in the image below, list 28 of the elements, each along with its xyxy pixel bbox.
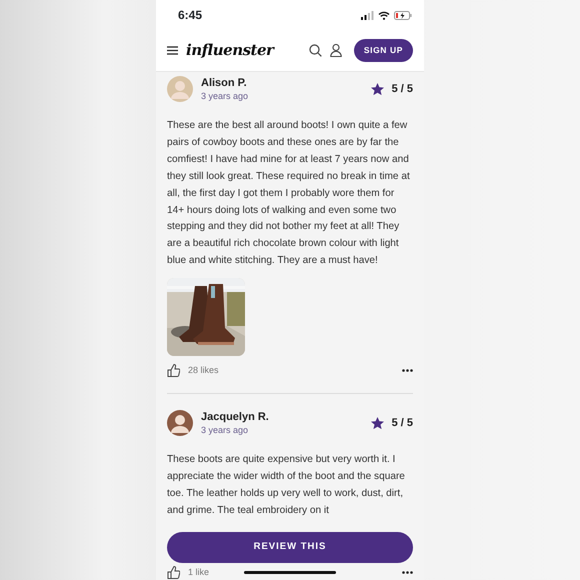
review-button[interactable]: REVIEW THIS — [167, 532, 413, 563]
menu-icon[interactable] — [167, 46, 178, 55]
signal-icon — [361, 10, 374, 20]
star-icon — [370, 417, 384, 430]
rating: 5 / 5 — [392, 416, 413, 431]
review-text: These are the best all around boots! I own quite a few pairs of cowboy boots and these ones are by far the comfiest! I have had mine for at least 7 years now and they still look great. These required no break in time at all, the first day I got them I probably wore them for 14+ hours doing lots of walking and even some two stepping and they did not bother my feet at all! They are a beautiful rich chocolate brown colour with light blue and white stitching. They are a must have! — [167, 119, 411, 268]
thumbs-up-icon[interactable] — [167, 364, 180, 378]
review-text: These boots are quite expensive but very worth it. I appreciate the wider width of the boot and the square toe. The leather holds up very well to work, dust, dirt, and grime. The teal embroidery on it — [167, 453, 406, 518]
search-icon[interactable] — [308, 44, 322, 57]
user-icon[interactable] — [330, 44, 342, 57]
rating: 5 / 5 — [392, 82, 413, 97]
battery-icon — [394, 10, 412, 20]
logo[interactable]: influenster — [186, 39, 274, 62]
more-icon[interactable] — [402, 369, 413, 372]
sign-up-button[interactable]: SIGN UP — [354, 39, 413, 62]
likes-count: 28 likes — [188, 365, 219, 376]
more-icon[interactable] — [402, 570, 413, 574]
likes-count: 1 like — [188, 566, 210, 578]
star-icon — [370, 83, 384, 95]
review-time: 3 years ago — [201, 424, 250, 436]
author-name: Jacquelyn R. — [201, 410, 269, 424]
avatar-icon — [167, 410, 193, 436]
review-time: 3 years ago — [201, 90, 248, 102]
status-time: 6:45 — [178, 7, 202, 24]
author-name: Alison P. — [201, 76, 248, 90]
thumbs-up-icon[interactable] — [167, 566, 180, 579]
avatar-icon — [167, 76, 193, 102]
wifi-icon — [378, 10, 390, 20]
